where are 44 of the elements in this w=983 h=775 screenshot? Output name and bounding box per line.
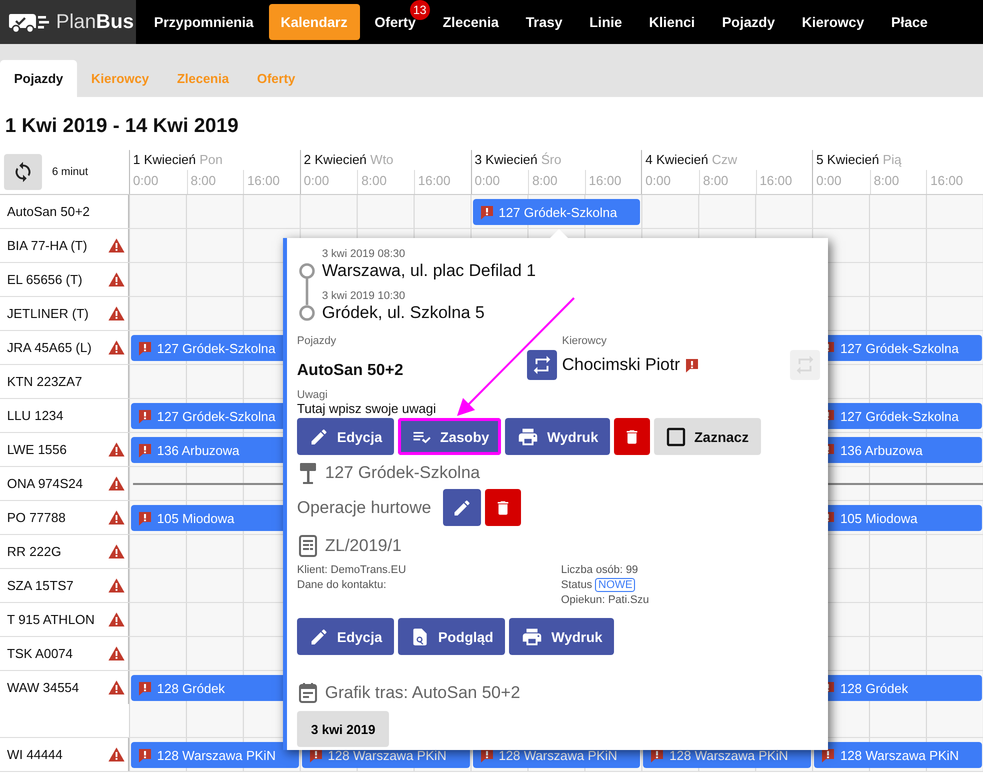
hour-label: 16:00 (414, 170, 471, 194)
hour-label: 0:00 (474, 172, 501, 190)
hour-label: 0:00 (132, 172, 160, 190)
notes-text: Tutaj wpisz swoje uwagi (297, 401, 437, 416)
day-header: 1 Kwiecień Pon (133, 152, 223, 167)
client-text: Klient: DemoTrans.EU (297, 563, 408, 578)
driver-name: Chocimski Piotr (562, 355, 680, 375)
count-badge: 13 (410, 0, 430, 20)
hour-label: 0:00 (302, 172, 330, 190)
hour-label: 16:00 (584, 170, 642, 194)
people-count: Liczba osób: 99 (561, 563, 640, 578)
hour-label: 8:00 (698, 170, 756, 194)
stop-time: 3 kwi 2019 08:30 (322, 248, 406, 261)
hour-label: 16:00 (926, 170, 983, 194)
date-range-title: 1 Kwi 2019 - 14 Kwi 2019 (5, 115, 238, 138)
hour-label: 8:00 (870, 170, 926, 194)
bulk-operations-label: Operacje hurtowe (297, 498, 432, 518)
hour-label: 8:00 (357, 170, 414, 194)
status-label: Status (561, 579, 592, 591)
schedule-title: Grafik tras: AutoSan 50+2 (325, 683, 520, 703)
stop-address: Gródek, ul. Szkolna 5 (322, 303, 486, 323)
logo-text: PlanBus (56, 10, 134, 34)
hour-label: 16:00 (243, 170, 300, 194)
hour-label: 0:00 (644, 172, 672, 190)
vehicle-name: AutoSan 50+2 (297, 362, 404, 380)
status-badge: NOWE (595, 578, 636, 592)
day-header: 4 Kwiecień Czw (645, 152, 738, 167)
stop-time: 3 kwi 2019 10:30 (322, 290, 406, 303)
day-header: 5 Kwiecień Pią (816, 152, 902, 167)
hour-label: 8:00 (528, 170, 585, 194)
refresh-note: 6 minut (52, 166, 88, 178)
field-label: Pojazdy (297, 335, 338, 347)
route-name: 127 Gródek-Szkolna (325, 463, 480, 483)
day-header: 2 Kwiecień Wto (304, 152, 394, 167)
field-label: Kierowcy (562, 335, 608, 347)
order-number: ZL/2019/1 (325, 536, 402, 556)
hour-label: 8:00 (186, 170, 244, 194)
hour-label: 16:00 (756, 170, 812, 194)
contact-text: Dane do kontaktu: (297, 578, 388, 593)
keeper-text: Opiekun: Pati.Szu (561, 593, 650, 608)
hour-label: 0:00 (815, 172, 842, 190)
field-label: Uwagi (297, 389, 329, 401)
stop-address: Warszawa, ul. plac Defilad 1 (322, 261, 537, 281)
day-header: 3 Kwiecień Śro (474, 152, 562, 167)
